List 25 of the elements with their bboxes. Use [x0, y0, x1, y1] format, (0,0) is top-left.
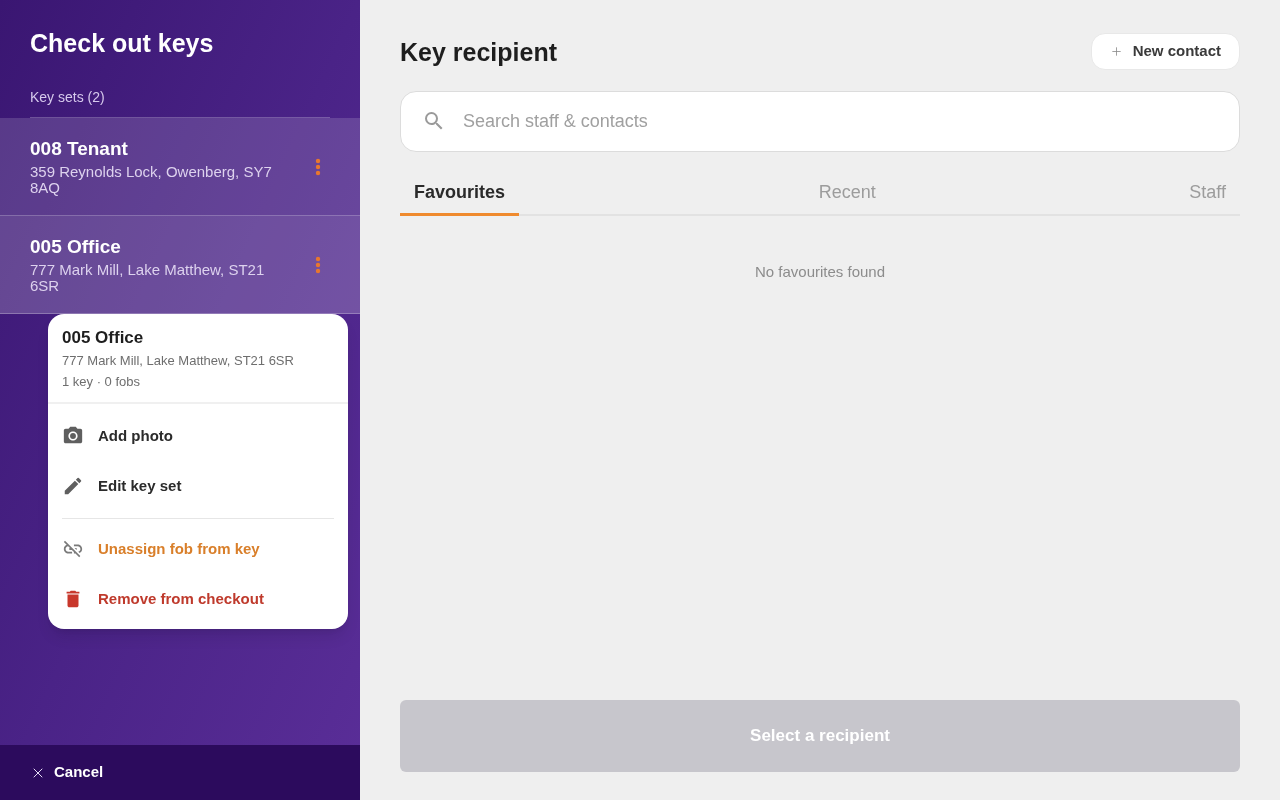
- sidebar-title: Check out keys: [29, 28, 215, 59]
- new-contact-button[interactable]: New contact: [1090, 33, 1240, 70]
- menu-item[interactable]: Remove from checkout: [62, 574, 334, 624]
- more-vertical-icon[interactable]: [315, 255, 321, 274]
- section-label: Key sets (2): [29, 88, 106, 107]
- menu-item[interactable]: Add photo: [62, 411, 334, 461]
- menu-title: 005 Office: [62, 327, 145, 349]
- cancel-button[interactable]: Cancel: [30, 761, 104, 784]
- key-set-card[interactable]: 005 Office 777 Mark Mill, Lake Matthew, ST21 6SR: [0, 216, 360, 314]
- unlink-icon: [62, 538, 84, 560]
- empty-message: No favourites found: [754, 262, 886, 282]
- more-vertical-icon[interactable]: [315, 157, 321, 176]
- menu-summary: 1 key · 0 fobs: [62, 373, 142, 391]
- key-set-address: 777 Mark Mill, Lake Matthew, ST21 6SR: [30, 262, 266, 294]
- plus-icon: [1109, 45, 1123, 58]
- search-field[interactable]: Search staff & contacts: [400, 91, 1240, 152]
- menu-address: 777 Mark Mill, Lake Matthew, ST21 6SR: [62, 352, 295, 370]
- pencil-icon: [62, 475, 84, 497]
- key-set-name: 005 Office: [30, 235, 122, 259]
- menu-item[interactable]: Edit key set: [62, 461, 334, 511]
- page-title: Key recipient: [400, 36, 557, 68]
- key-set-card[interactable]: 008 Tenant 359 Reynolds Lock, Owenberg, SY7 8AQ: [0, 118, 360, 216]
- key-set-name: 008 Tenant: [30, 137, 129, 161]
- key-set-address: 359 Reynolds Lock, Owenberg, SY7 8AQ: [30, 164, 273, 196]
- tab[interactable]: Favourites: [400, 172, 520, 216]
